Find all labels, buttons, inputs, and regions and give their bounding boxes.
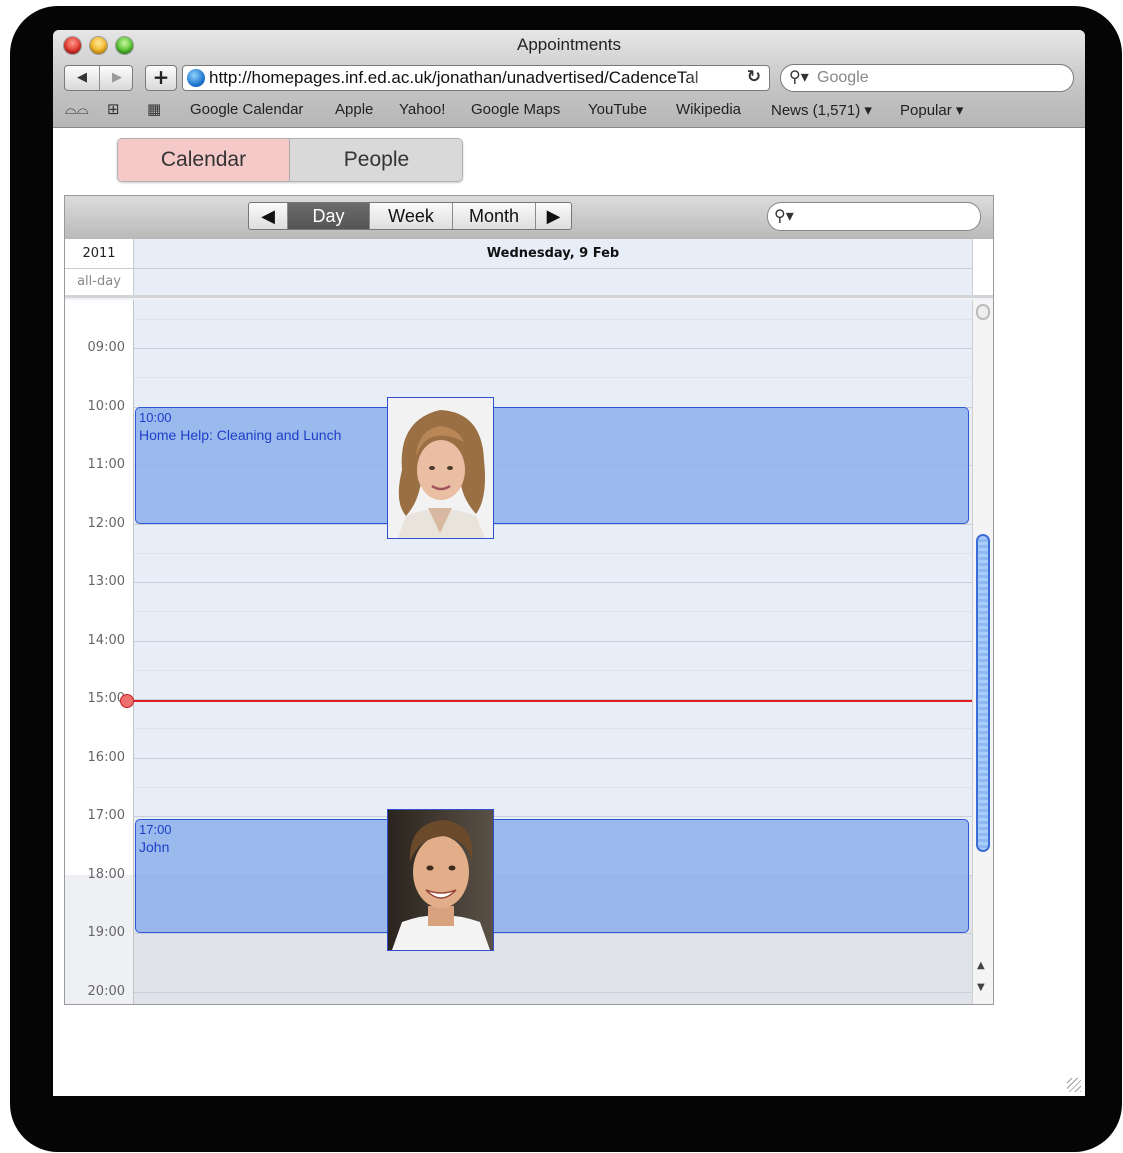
day-grid: 09:00 10:00 11:00 12:00 13:00 14:00 15:00 16:00…	[65, 300, 993, 1004]
hour-label: 15:00	[87, 691, 125, 706]
half-hour-line	[134, 377, 972, 378]
view-week-button[interactable]: Week	[369, 203, 452, 229]
current-time-line	[120, 694, 972, 708]
back-button[interactable]: ◀	[65, 66, 99, 90]
bookmark-news-menu[interactable]: News (1,571) ▾	[771, 101, 872, 119]
scrollbar-top-cap	[976, 304, 990, 320]
half-hour-line	[134, 611, 972, 612]
bookmark-popular-menu[interactable]: Popular ▾	[900, 101, 963, 119]
bookmark-wikipedia[interactable]: Wikipedia	[676, 101, 741, 118]
top-sites-grid-icon[interactable]: ▦	[147, 100, 161, 118]
hour-line	[134, 816, 972, 817]
hour-line	[134, 758, 972, 759]
google-search-field[interactable]: ⚲▾ Google	[780, 64, 1074, 92]
bookmarks-bar: ⌓⌓ ⊞ ▦ Google Calendar Apple Yahoo! Goog…	[53, 98, 1085, 122]
calendar-event[interactable]: 10:00 Home Help: Cleaning and Lunch	[135, 407, 969, 524]
google-search-placeholder: Google	[817, 69, 869, 86]
hour-label: 13:00	[87, 574, 125, 589]
event-time: 10:00	[139, 410, 172, 425]
browser-toolbar: Appointments ◀ ▶ + http://homepages.inf.…	[53, 30, 1085, 128]
current-time-marker	[120, 694, 134, 708]
reading-list-icon[interactable]: ⌓⌓	[65, 100, 89, 118]
next-day-button[interactable]: ▶	[535, 203, 571, 229]
back-forward-buttons: ◀ ▶	[64, 65, 133, 91]
window-title: Appointments	[517, 35, 621, 54]
address-text: http://homepages.inf.ed.ac.uk/jonathan/u…	[209, 68, 699, 87]
hour-line	[134, 641, 972, 642]
half-hour-line	[134, 787, 972, 788]
tab-calendar[interactable]: Calendar	[118, 139, 289, 181]
calendar-toolbar: ◀ Day Week Month ▶ ⚲▾	[65, 196, 993, 240]
day-header: 2011 Wednesday, 9 Feb all-day	[65, 239, 993, 298]
calendar-panel: ◀ Day Week Month ▶ ⚲▾ 2011 Wednesday, 9 …	[64, 195, 994, 1005]
woman-portrait-photo[interactable]	[387, 397, 494, 539]
hour-label: 14:00	[87, 633, 125, 648]
app-tab-bar: Calendar People	[117, 138, 463, 182]
hour-label: 19:00	[87, 925, 125, 940]
event-time: 17:00	[139, 822, 172, 837]
hour-label: 11:00	[87, 457, 125, 472]
bookmark-google-maps[interactable]: Google Maps	[471, 101, 560, 118]
hour-label: 16:00	[87, 750, 125, 765]
vertical-scrollbar[interactable]: ▲ ▼	[972, 300, 993, 1004]
half-hour-line	[134, 553, 972, 554]
hour-line	[134, 524, 972, 525]
add-bookmark-button[interactable]: +	[145, 65, 177, 91]
hour-label: 18:00	[87, 867, 125, 882]
day-column[interactable]: 10:00 Home Help: Cleaning and Lunch 17:00…	[120, 300, 972, 1004]
bookmarks-book-icon[interactable]: ⊞	[107, 100, 120, 118]
tab-people[interactable]: People	[289, 139, 462, 181]
view-month-button[interactable]: Month	[452, 203, 535, 229]
man-portrait-photo[interactable]	[387, 809, 494, 951]
hour-line	[134, 348, 972, 349]
hour-label: 20:00	[87, 984, 125, 999]
hour-label: 10:00	[87, 399, 125, 414]
day-title: Wednesday, 9 Feb	[134, 239, 972, 269]
event-title: John	[139, 839, 170, 855]
half-hour-line	[134, 670, 972, 671]
globe-icon	[187, 69, 205, 87]
hour-line	[134, 992, 972, 993]
all-day-row[interactable]	[134, 269, 972, 295]
calendar-search-field[interactable]: ⚲▾	[767, 202, 981, 231]
window-resize-grip[interactable]	[1067, 1078, 1081, 1092]
view-switcher: ◀ Day Week Month ▶	[248, 202, 572, 230]
hour-line	[134, 582, 972, 583]
scroll-up-arrow[interactable]: ▲	[977, 960, 985, 971]
scroll-down-arrow[interactable]: ▼	[977, 982, 985, 993]
event-title: Home Help: Cleaning and Lunch	[139, 427, 342, 443]
hour-line	[134, 933, 972, 934]
forward-button[interactable]: ▶	[99, 66, 134, 90]
half-hour-line	[134, 962, 972, 963]
hour-label: 12:00	[87, 516, 125, 531]
hour-label: 09:00	[87, 340, 125, 355]
hour-label: 17:00	[87, 808, 125, 823]
header-divider	[65, 295, 993, 298]
view-day-button[interactable]: Day	[287, 203, 369, 229]
browser-window: Appointments ◀ ▶ + http://homepages.inf.…	[53, 30, 1085, 1096]
address-fade	[683, 66, 733, 90]
time-column: 09:00 10:00 11:00 12:00 13:00 14:00 15:00 16:00…	[65, 300, 134, 1004]
previous-day-button[interactable]: ◀	[249, 203, 287, 229]
year-label: 2011	[65, 239, 134, 269]
search-icon: ⚲▾	[774, 206, 794, 225]
bookmark-youtube[interactable]: YouTube	[588, 101, 647, 118]
bookmark-apple[interactable]: Apple	[335, 101, 373, 118]
half-hour-line	[134, 319, 972, 320]
scrollbar-thumb[interactable]	[976, 534, 990, 852]
header-spacer	[972, 239, 993, 297]
calendar-event[interactable]: 17:00 John	[135, 819, 969, 933]
reload-icon[interactable]: ↻	[747, 67, 761, 87]
bookmark-google-calendar[interactable]: Google Calendar	[190, 101, 303, 118]
all-day-label: all-day	[65, 269, 134, 295]
address-bar[interactable]: http://homepages.inf.ed.ac.uk/jonathan/u…	[182, 65, 770, 91]
half-hour-line	[134, 728, 972, 729]
bookmark-yahoo[interactable]: Yahoo!	[399, 101, 445, 118]
search-icon: ⚲▾	[789, 67, 809, 86]
